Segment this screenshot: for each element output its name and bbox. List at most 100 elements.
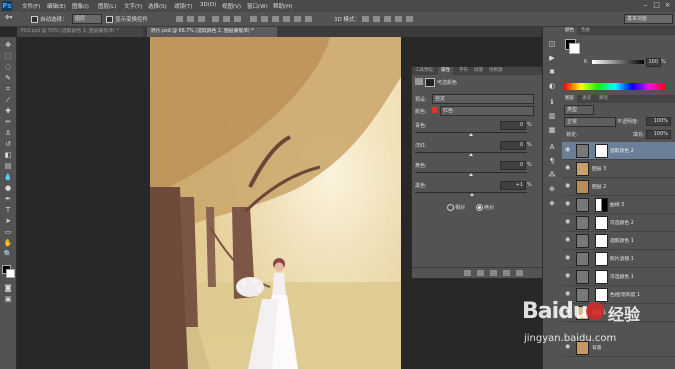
healing-tool-icon[interactable]: ✚ [3, 107, 13, 116]
info-icon[interactable]: ℹ [547, 97, 557, 107]
3d-slide-icon[interactable] [395, 16, 402, 22]
k-slider[interactable] [592, 60, 644, 64]
layer-row[interactable]: ◉ 照片滤镜 1 [562, 250, 675, 268]
black-value-input[interactable]: +1 [500, 181, 526, 190]
dodge-tool-icon[interactable]: ● [3, 184, 13, 193]
history-icon[interactable]: ◫ [547, 39, 557, 49]
clip-to-layer-icon[interactable] [464, 270, 471, 276]
minimize-icon[interactable]: – [641, 1, 650, 10]
lasso-tool-icon[interactable]: ◌ [3, 63, 13, 72]
shape-tool-icon[interactable]: ▭ [3, 228, 13, 237]
distribute-right-icon[interactable] [305, 16, 312, 22]
trash-icon[interactable] [516, 270, 523, 276]
3d-roll-icon[interactable] [373, 16, 380, 22]
eye-icon[interactable]: ◉ [565, 165, 572, 171]
eye-icon[interactable]: ◉ [565, 183, 572, 189]
mask-thumb[interactable] [595, 216, 608, 230]
layer-row[interactable]: ◉ 可选颜色 2 [562, 214, 675, 232]
menu-select[interactable]: 选择(S) [148, 2, 167, 10]
layer-row[interactable]: ◉ 选取颜色 2 [562, 142, 675, 160]
tab-paragraph[interactable]: 段落 [471, 67, 486, 75]
menu-view[interactable]: 视图(V) [222, 2, 241, 10]
layer-row[interactable]: ◉ 曲线 3 [562, 196, 675, 214]
adjust-panel-icon[interactable]: ✱ [547, 67, 557, 77]
styles-icon[interactable]: ◈ [547, 198, 557, 208]
colors-dropdown[interactable]: 红色 [440, 106, 534, 116]
distribute-top-icon[interactable] [250, 16, 257, 22]
eye-icon[interactable]: ◉ [565, 219, 572, 225]
eye-icon[interactable]: ◉ [565, 201, 572, 207]
distribute-hcenter-icon[interactable] [294, 16, 301, 22]
preset-dropdown[interactable]: 自定 [432, 94, 534, 104]
cyan-value-input[interactable]: 0 [500, 121, 526, 130]
move-tool-icon[interactable]: ✥▾ [5, 15, 12, 21]
tab-tool-presets[interactable]: 工具预设 [412, 67, 436, 75]
menu-3d[interactable]: 3D(D) [200, 2, 216, 8]
tab-properties[interactable]: 属性 [438, 67, 453, 75]
actions-icon[interactable]: ▶ [547, 53, 557, 63]
absolute-radio[interactable] [476, 204, 483, 211]
magenta-value-input[interactable]: 0 [500, 141, 526, 150]
crop-tool-icon[interactable]: ⌗ [3, 85, 13, 94]
yellow-value-input[interactable]: 0 [500, 161, 526, 170]
mask-thumb[interactable] [595, 270, 608, 284]
menu-image[interactable]: 图像(I) [72, 2, 89, 10]
type-tool-icon[interactable]: T [3, 206, 13, 215]
background-color-swatch[interactable] [6, 269, 15, 278]
tab-p03[interactable]: P03.psd @ 50% (选取颜色 1, 图层蒙版/8) * [17, 27, 143, 37]
auto-select-checkbox[interactable] [31, 16, 38, 23]
opacity-input[interactable]: 100% [646, 117, 671, 126]
tab-original[interactable]: 原片.psd @ 66.7% (选取颜色 2, 图层蒙版/8) * [147, 27, 277, 37]
color-spectrum[interactable] [564, 83, 666, 90]
blur-tool-icon[interactable]: 💧 [3, 173, 13, 182]
3d-pan-icon[interactable] [384, 16, 391, 22]
distribute-bottom-icon[interactable] [272, 16, 279, 22]
eraser-tool-icon[interactable]: ◧ [3, 151, 13, 160]
mask-thumb[interactable] [595, 234, 608, 248]
align-top-icon[interactable] [176, 16, 183, 22]
eyedropper-tool-icon[interactable]: ⁄ [3, 96, 13, 105]
gradient-tool-icon[interactable]: ▤ [3, 162, 13, 171]
navigator-icon[interactable]: ◐ [547, 81, 557, 91]
document-canvas[interactable] [150, 37, 401, 369]
menu-edit[interactable]: 编辑(E) [47, 2, 66, 10]
show-transform-checkbox[interactable] [106, 16, 113, 23]
blend-mode-dropdown[interactable]: 正常 [564, 117, 616, 127]
workspace-dropdown[interactable]: 基本功能 [624, 14, 673, 24]
tab-color[interactable]: 颜色 [562, 27, 577, 35]
history-brush-tool-icon[interactable]: ↺ [3, 140, 13, 149]
mask-thumb[interactable] [595, 144, 608, 158]
visibility-icon[interactable] [503, 270, 510, 276]
eye-icon[interactable]: ◉ [565, 273, 572, 279]
black-slider-knob[interactable] [470, 193, 474, 196]
pen-tool-icon[interactable]: ✒ [3, 195, 13, 204]
path-select-tool-icon[interactable]: ➤ [3, 217, 13, 226]
distribute-left-icon[interactable] [283, 16, 290, 22]
menu-filter[interactable]: 滤镜(T) [174, 2, 193, 10]
zoom-tool-icon[interactable]: 🔍 [3, 250, 13, 259]
paragraph-icon[interactable]: ¶ [547, 156, 557, 166]
move-tool-icon[interactable]: ✥ [3, 41, 13, 50]
menu-file[interactable]: 文件(F) [22, 2, 40, 10]
align-vcenter-icon[interactable] [187, 16, 194, 22]
3d-rotate-icon[interactable] [362, 16, 369, 22]
eye-icon[interactable]: ◉ [565, 255, 572, 261]
layer-filter-dropdown[interactable]: 类型 [564, 105, 594, 115]
menu-layer[interactable]: 图层(L) [98, 2, 116, 10]
magenta-slider-knob[interactable] [469, 153, 473, 156]
brush-preset-icon[interactable]: ⁂ [547, 170, 557, 180]
reset-icon[interactable] [490, 270, 497, 276]
tab-paths[interactable]: 路径 [596, 95, 611, 103]
menu-window[interactable]: 窗口(W) [247, 2, 268, 10]
mask-thumb[interactable] [595, 198, 608, 212]
stamp-tool-icon[interactable]: ♙ [3, 129, 13, 138]
3d-scale-icon[interactable] [406, 16, 413, 22]
layer-row[interactable]: ◉ 图层 3 [562, 160, 675, 178]
clone-source-icon[interactable]: ⊕ [547, 184, 557, 194]
menu-help[interactable]: 帮助(H) [273, 2, 292, 10]
character-icon[interactable]: A [547, 142, 557, 152]
view-previous-icon[interactable] [477, 270, 484, 276]
layer-row[interactable]: ◉ 图层 2 [562, 178, 675, 196]
color-bg-swatch[interactable] [569, 43, 580, 54]
eye-icon[interactable]: ◉ [565, 237, 572, 243]
